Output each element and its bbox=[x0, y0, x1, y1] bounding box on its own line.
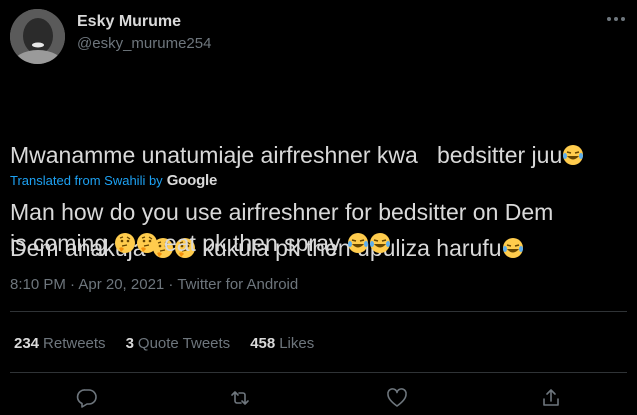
thinking-emoji-icon bbox=[136, 233, 157, 253]
divider bbox=[10, 311, 627, 312]
avatar[interactable] bbox=[10, 9, 65, 64]
likes-stat[interactable]: 458 Likes bbox=[250, 335, 314, 352]
retweets-stat[interactable]: 234 Retweets bbox=[14, 335, 106, 352]
reply-icon[interactable] bbox=[76, 387, 98, 409]
engagement-stats: 234 Retweets 3 Quote Tweets 458 Likes bbox=[14, 335, 314, 352]
translation-line-1: Man how do you use airfreshner for bedsi… bbox=[10, 199, 554, 225]
retweet-icon[interactable] bbox=[229, 387, 251, 409]
translation-line-2a: is coming bbox=[10, 230, 108, 256]
translation-attribution[interactable]: Translated from Swahili by Google bbox=[10, 172, 217, 189]
retweets-count: 234 bbox=[14, 335, 40, 352]
divider bbox=[10, 372, 627, 373]
tweet-timestamp[interactable]: 8:10 PM · Apr 20, 2021 · Twitter for And… bbox=[10, 276, 298, 293]
translation-line-2b: eat pk then spray bbox=[163, 230, 341, 256]
heart-icon[interactable] bbox=[386, 387, 408, 409]
thinking-emoji-icon bbox=[114, 233, 135, 253]
likes-count: 458 bbox=[250, 335, 276, 352]
quote-tweets-label: Quote Tweets bbox=[137, 335, 231, 352]
laughing-emoji-icon bbox=[369, 233, 390, 253]
google-logo: Google bbox=[166, 172, 218, 189]
original-line-1: Mwanamme unatumiaje airfreshner kwa beds… bbox=[10, 142, 563, 168]
laughing-emoji-icon bbox=[563, 145, 584, 165]
quote-tweets-count: 3 bbox=[125, 335, 134, 352]
share-icon[interactable] bbox=[540, 387, 562, 409]
laughing-emoji-icon bbox=[347, 233, 368, 253]
translated-from-label: Translated from Swahili by bbox=[10, 173, 163, 188]
translated-text: Man how do you use airfreshner for bedsi… bbox=[10, 197, 630, 259]
author-name[interactable]: Esky Murume bbox=[77, 13, 181, 31]
more-icon[interactable] bbox=[606, 14, 626, 24]
retweets-label: Retweets bbox=[43, 335, 106, 352]
tweet-actions bbox=[0, 383, 637, 415]
likes-label: Likes bbox=[279, 335, 315, 352]
quote-tweets-stat[interactable]: 3 Quote Tweets bbox=[126, 335, 231, 352]
author-handle[interactable]: @esky_murume254 bbox=[77, 35, 211, 52]
